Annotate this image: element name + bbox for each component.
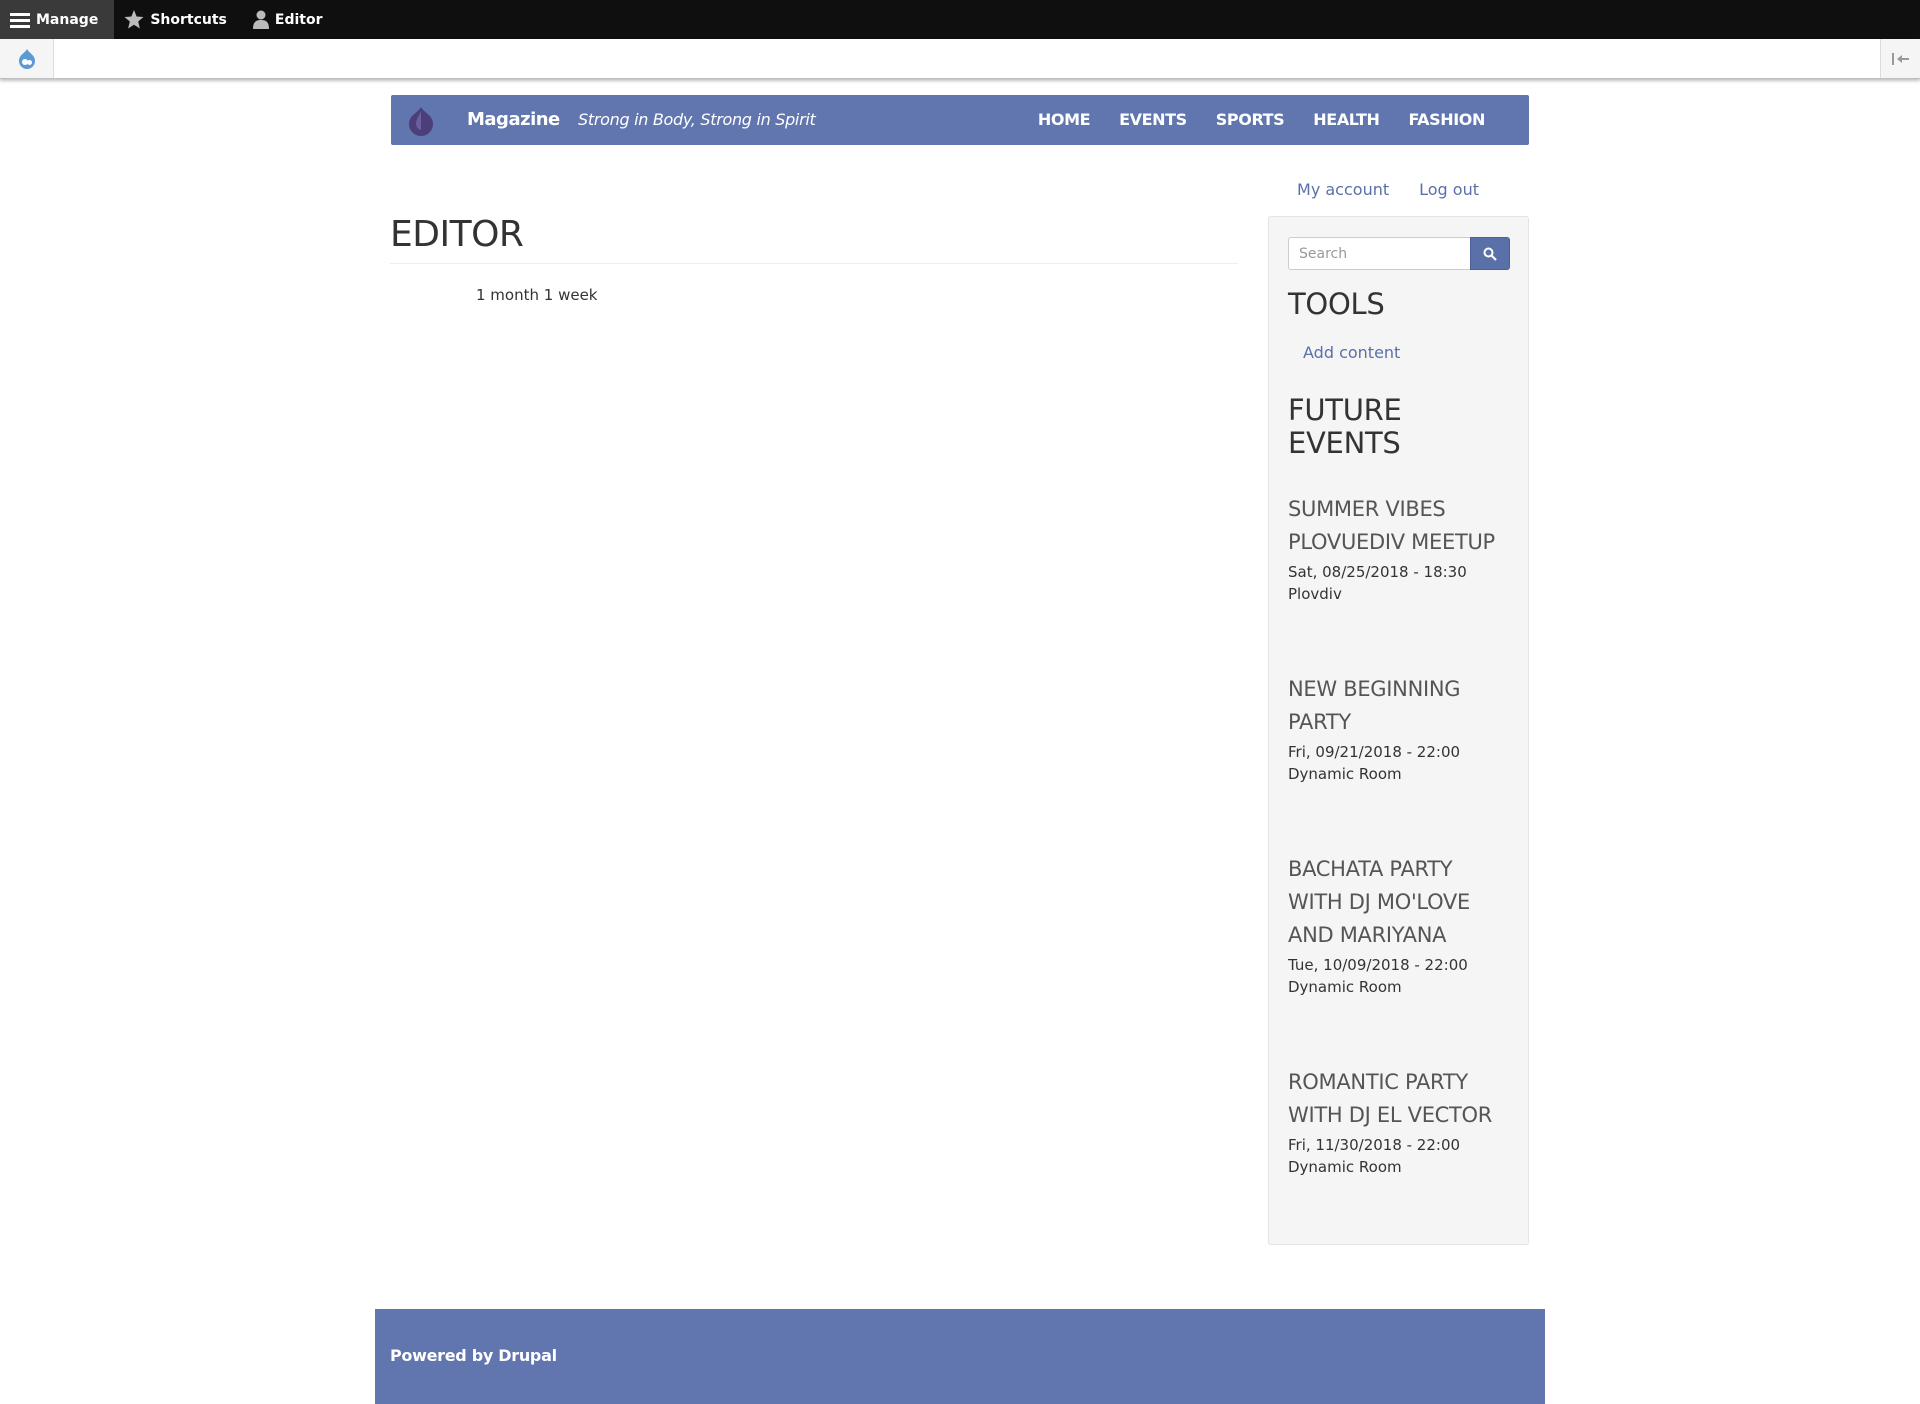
my-account-link[interactable]: My account xyxy=(1297,180,1389,199)
future-events-title-line1: FUTURE xyxy=(1288,393,1402,427)
event-title-line: AND MARIYANA xyxy=(1288,923,1447,947)
toolbar-shortcuts-label: Shortcuts xyxy=(150,11,227,28)
tools-block-title: TOOLS xyxy=(1288,287,1385,321)
event-title-line: PLOVUEDIV MEETUP xyxy=(1288,530,1495,554)
event-item: NEW BEGINNING PARTY Fri, 09/21/2018 - 22… xyxy=(1288,673,1518,785)
event-title[interactable]: ROMANTIC PARTY WITH DJ EL VECTOR xyxy=(1288,1066,1518,1132)
event-location: Dynamic Room xyxy=(1288,765,1402,783)
secondary-menu: My account Log out xyxy=(1297,180,1479,199)
toolbar-user-tab[interactable]: Editor xyxy=(243,0,339,39)
title-divider xyxy=(390,263,1238,264)
collapse-icon xyxy=(1891,52,1909,65)
future-events-title: FUTURE EVENTS xyxy=(1288,394,1402,460)
user-icon xyxy=(252,10,269,29)
member-for-text: 1 month 1 week xyxy=(476,286,598,304)
toolbar-shortcuts-tab[interactable]: Shortcuts xyxy=(114,0,243,39)
drop-logo-icon xyxy=(409,107,433,136)
event-title[interactable]: BACHATA PARTY WITH DJ MO'LOVE AND MARIYA… xyxy=(1288,853,1518,952)
future-events-title-line2: EVENTS xyxy=(1288,426,1401,460)
nav-events[interactable]: EVENTS xyxy=(1119,110,1187,129)
event-location: Dynamic Room xyxy=(1288,1158,1402,1176)
nav-fashion[interactable]: FASHION xyxy=(1408,110,1485,129)
event-item: BACHATA PARTY WITH DJ MO'LOVE AND MARIYA… xyxy=(1288,853,1518,998)
event-title-line: BACHATA PARTY xyxy=(1288,857,1453,881)
event-date: Tue, 10/09/2018 - 22:00 xyxy=(1288,956,1468,974)
sidebar: TOOLS Add content FUTURE EVENTS SUMMER V… xyxy=(1268,216,1529,1245)
event-title-line: ROMANTIC PARTY xyxy=(1288,1070,1468,1094)
search-input[interactable] xyxy=(1288,237,1470,270)
event-date: Fri, 11/30/2018 - 22:00 xyxy=(1288,1136,1461,1154)
toolbar-orientation-toggle[interactable] xyxy=(1880,39,1920,78)
event-title-line: NEW BEGINNING xyxy=(1288,677,1461,701)
site-name[interactable]: Magazine xyxy=(467,109,560,130)
search-form xyxy=(1288,237,1510,270)
drupal-home-button[interactable] xyxy=(0,39,54,78)
toolbar-manage-label: Manage xyxy=(36,11,99,28)
log-out-link[interactable]: Log out xyxy=(1419,180,1479,199)
search-icon xyxy=(1483,247,1497,261)
toolbar-user-label: Editor xyxy=(274,11,323,28)
nav-home[interactable]: HOME xyxy=(1038,110,1091,129)
site-logo[interactable] xyxy=(407,106,435,141)
add-content-link[interactable]: Add content xyxy=(1303,343,1400,362)
nav-health[interactable]: HEALTH xyxy=(1313,110,1380,129)
hamburger-icon xyxy=(10,12,30,28)
admin-toolbar: Manage Shortcuts Editor xyxy=(0,0,1920,39)
event-title[interactable]: SUMMER VIBES PLOVUEDIV MEETUP xyxy=(1288,493,1518,559)
star-icon xyxy=(124,10,144,29)
main-nav: HOME EVENTS SPORTS HEALTH FASHION xyxy=(1038,110,1486,129)
nav-sports[interactable]: SPORTS xyxy=(1216,110,1285,129)
search-button[interactable] xyxy=(1470,237,1510,270)
drupal-drop-icon xyxy=(18,48,35,69)
event-location: Dynamic Room xyxy=(1288,978,1402,996)
event-date: Sat, 08/25/2018 - 18:30 xyxy=(1288,563,1467,581)
footer-powered-by[interactable]: Powered by Drupal xyxy=(390,1346,557,1365)
toolbar-tray xyxy=(0,39,1920,79)
event-location: Plovdiv xyxy=(1288,585,1342,603)
event-title-line: WITH DJ MO'LOVE xyxy=(1288,890,1470,914)
event-title-line: WITH DJ EL VECTOR xyxy=(1288,1103,1493,1127)
event-item: SUMMER VIBES PLOVUEDIV MEETUP Sat, 08/25… xyxy=(1288,493,1518,605)
site-navbar: Magazine Strong in Body, Strong in Spiri… xyxy=(391,95,1529,145)
event-title-line: SUMMER VIBES xyxy=(1288,497,1446,521)
site-footer: Powered by Drupal xyxy=(375,1309,1545,1404)
event-item: ROMANTIC PARTY WITH DJ EL VECTOR Fri, 11… xyxy=(1288,1066,1518,1178)
site-slogan: Strong in Body, Strong in Spirit xyxy=(578,110,816,129)
page-title: EDITOR xyxy=(390,214,524,255)
event-title[interactable]: NEW BEGINNING PARTY xyxy=(1288,673,1518,739)
event-title-line: PARTY xyxy=(1288,710,1351,734)
toolbar-manage-tab[interactable]: Manage xyxy=(0,0,115,39)
event-date: Fri, 09/21/2018 - 22:00 xyxy=(1288,743,1461,761)
